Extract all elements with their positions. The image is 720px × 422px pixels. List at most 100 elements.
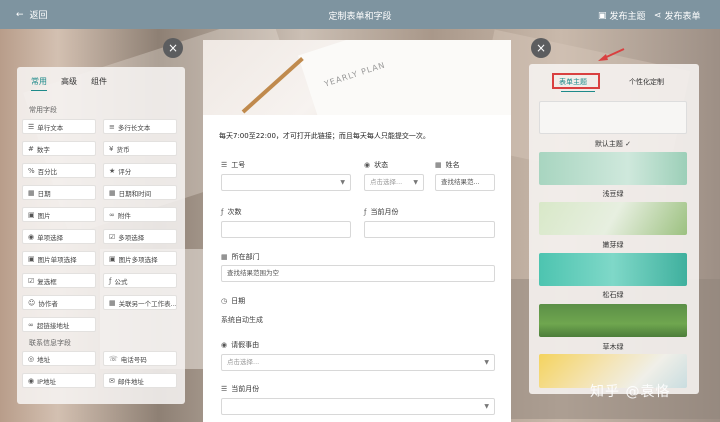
field-type-item[interactable]: ≡ 多行长文本 <box>103 119 177 134</box>
field-type-item[interactable]: ▣ 图片 <box>22 207 96 222</box>
gonghao-select[interactable]: ▼ <box>221 174 351 191</box>
link-table-icon: ▦ <box>109 298 116 307</box>
calendar-icon: ▦ <box>28 188 35 197</box>
field-type-item[interactable]: ☏ 电话号码 <box>103 351 177 366</box>
image-radio-icon: ▣ <box>28 254 35 263</box>
field-type-item[interactable]: ▦ 关联另一个工作表... <box>103 295 177 310</box>
field-type-item[interactable]: ◎ 地址 <box>22 351 96 366</box>
mail-icon: ✉ <box>109 376 115 385</box>
section-title-common: 常用字段 <box>29 106 57 114</box>
field-type-item[interactable]: ¥ 货币 <box>103 141 177 156</box>
calendar-clock-icon: ▦ <box>109 188 116 197</box>
chevron-down-icon: ▼ <box>340 179 345 186</box>
chevron-down-icon: ▼ <box>413 179 418 186</box>
star-icon: ★ <box>109 166 116 175</box>
field-type-item[interactable]: ◉ 单项选择 <box>22 229 96 244</box>
field-type-item[interactable]: ☑ 复选框 <box>22 273 96 288</box>
field-type-item[interactable]: ∞ 超链接地址 <box>22 317 96 332</box>
tab-underline <box>561 91 595 92</box>
tab-form-theme[interactable]: 表单主题 <box>559 77 587 87</box>
chevron-down-icon: ▼ <box>484 359 489 366</box>
theme-default-swatch[interactable] <box>539 101 687 134</box>
theme-default-label: 默认主题 ✓ <box>594 140 632 148</box>
field-label-dept: ▦ 所在部门 <box>221 253 260 261</box>
month-input[interactable] <box>364 221 495 238</box>
textarea-icon: ≡ <box>109 122 115 131</box>
field-label-name: ▦ 姓名 <box>435 161 460 169</box>
field-type-item[interactable]: ☺ 协作者 <box>22 295 96 310</box>
field-type-item[interactable]: ☑ 多项选择 <box>103 229 177 244</box>
tab-advanced[interactable]: 高级 <box>61 76 77 91</box>
month2-select[interactable]: ▼ <box>221 398 495 415</box>
text-icon: ☰ <box>221 161 228 169</box>
publish-form-button[interactable]: ⋖ 发布表单 <box>654 9 701 23</box>
hash-icon: # <box>28 144 34 153</box>
link-table-icon: ▦ <box>221 253 228 261</box>
field-type-item[interactable]: ▣ 图片多项选择 <box>103 251 177 266</box>
theme-sprout-label: 嫩芽绿 <box>602 241 624 249</box>
watermark: 知乎 @袁恪 <box>590 384 671 400</box>
formula-icon: ƒ <box>221 208 224 216</box>
field-type-item[interactable]: ƒ 公式 <box>103 273 177 288</box>
phone-icon: ☏ <box>109 354 118 363</box>
close-icon: × <box>535 41 547 55</box>
radio-icon: ◉ <box>28 232 35 241</box>
radio-icon: ◉ <box>221 341 228 349</box>
field-type-item[interactable]: ◉ IP地址 <box>22 373 96 388</box>
field-type-item[interactable]: ▣ 图片单项选择 <box>22 251 96 266</box>
field-type-item[interactable]: ▦ 日期和时间 <box>103 185 177 200</box>
tab-custom[interactable]: 个性化定制 <box>629 77 664 87</box>
form-notice: 每天7:00至22:00，才可打开此链接；而且每天每人只能提交一次。 <box>219 132 430 140</box>
text-icon: ☰ <box>221 385 228 393</box>
field-type-item[interactable]: ∞ 附件 <box>103 207 177 222</box>
checkmark-box-icon: ☑ <box>28 276 35 285</box>
date-auto-value: 系统自动生成 <box>221 316 263 324</box>
radio-icon: ◉ <box>364 161 371 169</box>
check-circle-icon: ✓ <box>625 140 632 148</box>
field-type-item[interactable]: ✉ 邮件地址 <box>103 373 177 388</box>
currency-icon: ¥ <box>109 144 114 153</box>
theme-turquoise-swatch[interactable] <box>539 253 687 286</box>
share-icon: ⋖ <box>654 10 662 21</box>
count-input[interactable] <box>221 221 351 238</box>
close-left-panel-button[interactable]: × <box>163 38 183 58</box>
dept-lookup[interactable]: 查找结果范围为空 <box>221 265 495 282</box>
field-label-date: ◷ 日期 <box>221 297 246 305</box>
field-palette-panel: 常用 高级 组件 常用字段 ☰ 单行文本 ≡ 多行长文本 # 数字 ¥ 货币 % 百分比 ★ 评分 ▦ 日… <box>17 67 185 404</box>
link-icon: ∞ <box>28 320 34 329</box>
clock-icon: ◷ <box>221 297 228 305</box>
field-type-item[interactable]: ★ 评分 <box>103 163 177 178</box>
theme-light-bean-swatch[interactable] <box>539 152 687 185</box>
theme-light-bean-label: 浅豆绿 <box>602 190 624 198</box>
tab-common[interactable]: 常用 <box>31 76 47 91</box>
form-header-image: YEARLY PLAN <box>203 40 511 115</box>
theme-grass-label: 草木绿 <box>602 343 624 351</box>
text-icon: ☰ <box>28 122 35 131</box>
theme-grass-swatch[interactable] <box>539 304 687 337</box>
close-right-panel-button[interactable]: × <box>531 38 551 58</box>
name-lookup[interactable]: 查找结果范... <box>435 174 495 191</box>
field-type-item[interactable]: % 百分比 <box>22 163 96 178</box>
theme-panel: 表单主题 个性化定制 默认主题 ✓ 浅豆绿 嫩芽绿 松石绿 草木绿 <box>529 64 699 394</box>
field-label-month2: ☰ 当前月份 <box>221 385 260 393</box>
publish-theme-button[interactable]: ▣ 发布主题 <box>598 9 646 23</box>
field-type-item[interactable]: ▦ 日期 <box>22 185 96 200</box>
arrow-annotation-icon <box>598 48 625 61</box>
theme-sprout-swatch[interactable] <box>539 202 687 235</box>
tab-components[interactable]: 组件 <box>91 76 107 91</box>
formula-icon: ƒ <box>364 208 367 216</box>
field-type-item[interactable]: ☰ 单行文本 <box>22 119 96 134</box>
status-select[interactable]: 点击选择... ▼ <box>364 174 424 191</box>
globe-icon: ◉ <box>28 376 35 385</box>
chevron-down-icon: ▼ <box>484 403 489 410</box>
formula-icon: ƒ <box>109 276 112 285</box>
location-icon: ◎ <box>28 354 35 363</box>
theme-turquoise-label: 松石绿 <box>602 291 624 299</box>
field-type-item[interactable]: # 数字 <box>22 141 96 156</box>
percent-icon: % <box>28 166 35 175</box>
reason-select[interactable]: 点击选择... ▼ <box>221 354 495 371</box>
form-preview: YEARLY PLAN 每天7:00至22:00，才可打开此链接；而且每天每人只… <box>203 40 511 422</box>
theme-icon: ▣ <box>598 10 607 21</box>
people-icon: ☺ <box>28 298 36 307</box>
field-label-status: ◉ 状态 <box>364 161 389 169</box>
